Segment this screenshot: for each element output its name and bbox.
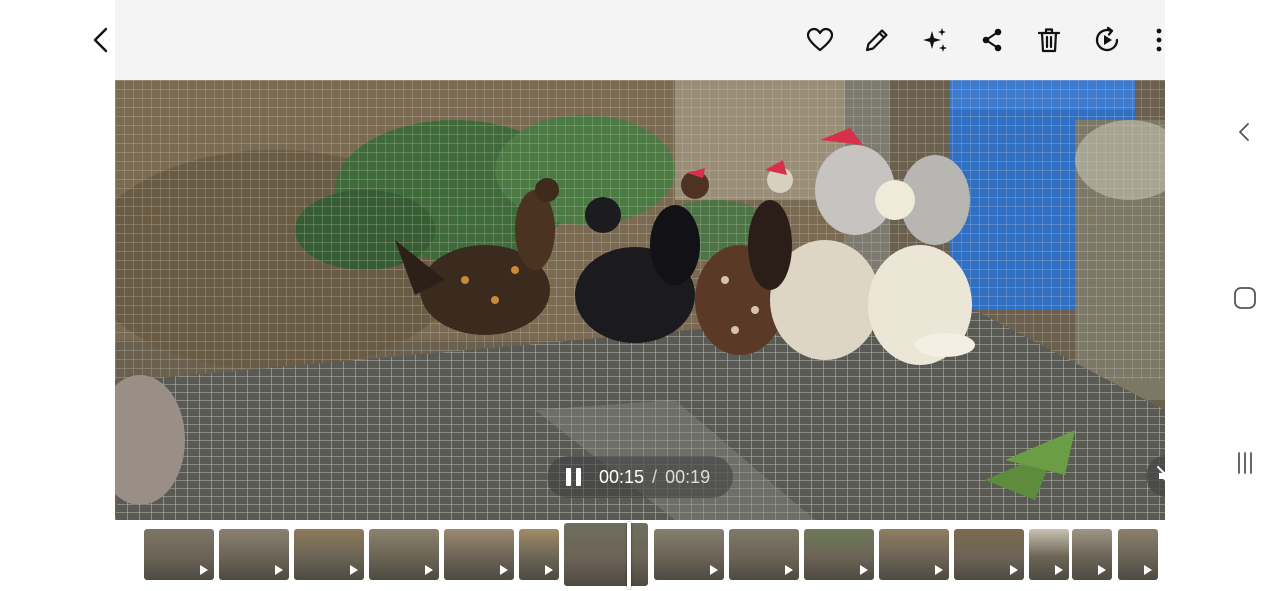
share-button[interactable] xyxy=(970,18,1014,62)
thumbnail[interactable] xyxy=(294,529,364,580)
system-navigation-bar xyxy=(1210,0,1280,591)
video-play-icon xyxy=(1010,565,1018,575)
thumbnail[interactable] xyxy=(219,529,289,580)
pencil-icon xyxy=(865,29,888,52)
delete-button[interactable] xyxy=(1027,18,1071,62)
share-icon xyxy=(982,28,1002,52)
thumbnail-selected[interactable] xyxy=(564,523,648,586)
thumbnail[interactable] xyxy=(519,529,559,580)
thumbnail[interactable] xyxy=(144,529,214,580)
sparkle-icon xyxy=(923,28,947,52)
thumbnail[interactable] xyxy=(444,529,514,580)
edit-button[interactable] xyxy=(855,18,899,62)
video-play-icon xyxy=(200,565,208,575)
favorite-button[interactable] xyxy=(798,18,842,62)
video-play-icon xyxy=(1055,565,1063,575)
video-play-icon xyxy=(1144,565,1152,575)
thumbnail[interactable] xyxy=(1029,529,1069,580)
playback-control: 00:15 / 00:19 xyxy=(547,456,733,498)
nav-home-button[interactable] xyxy=(1225,278,1265,318)
thumbnail[interactable] xyxy=(879,529,949,580)
time-separator: / xyxy=(652,466,658,487)
thumbnail[interactable] xyxy=(369,529,439,580)
video-frame[interactable]: 00:15 / 00:19 xyxy=(115,80,1165,520)
thumbnail[interactable] xyxy=(1118,529,1158,580)
nav-recents-button[interactable] xyxy=(1225,443,1265,483)
remaster-icon xyxy=(1095,26,1119,52)
thumbnail[interactable] xyxy=(954,529,1024,580)
playhead-marker[interactable] xyxy=(627,522,631,589)
video-viewer: 00:15 / 00:19 xyxy=(0,0,1280,591)
thumbnail[interactable] xyxy=(1072,529,1112,580)
video-play-icon xyxy=(350,565,358,575)
back-button[interactable] xyxy=(80,18,124,62)
video-play-icon xyxy=(860,565,868,575)
pause-button[interactable] xyxy=(563,467,583,487)
video-image xyxy=(115,80,1165,520)
video-play-icon xyxy=(545,565,553,575)
speaker-muted-icon xyxy=(1157,465,1165,481)
duration: 00:19 xyxy=(665,466,711,487)
home-nav-icon xyxy=(1234,287,1256,309)
top-toolbar xyxy=(0,0,1280,80)
pause-bar-left xyxy=(565,468,571,486)
video-play-icon xyxy=(275,565,283,575)
video-play-icon xyxy=(500,565,508,575)
thumbnail[interactable] xyxy=(729,529,799,580)
remaster-button[interactable] xyxy=(1085,18,1129,62)
back-icon xyxy=(93,27,108,53)
nav-back-button[interactable] xyxy=(1225,112,1265,152)
thumbnail[interactable] xyxy=(654,529,724,580)
video-play-icon xyxy=(785,565,793,575)
heart-icon xyxy=(806,27,834,52)
pause-bar-right xyxy=(575,468,581,486)
more-options-button[interactable] xyxy=(1137,18,1181,62)
video-play-icon xyxy=(1098,565,1106,575)
thumbnail-timeline[interactable] xyxy=(115,520,1210,591)
video-play-icon xyxy=(710,565,718,575)
thumbnail[interactable] xyxy=(804,529,874,580)
video-play-icon xyxy=(935,565,943,575)
ai-edit-button[interactable] xyxy=(913,18,957,62)
recents-nav-icon xyxy=(1238,452,1252,474)
trash-icon xyxy=(1037,28,1061,53)
video-play-icon xyxy=(425,565,433,575)
back-nav-icon xyxy=(1239,123,1249,141)
more-icon xyxy=(1156,28,1162,52)
current-time: 00:15 xyxy=(599,466,645,487)
